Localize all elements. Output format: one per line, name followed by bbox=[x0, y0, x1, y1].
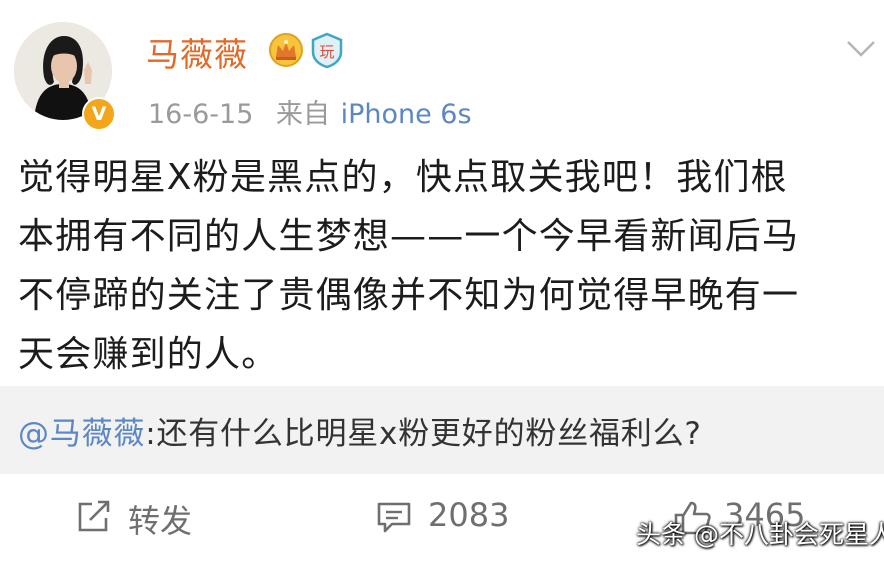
repost-label: 转发 bbox=[128, 502, 193, 540]
post-body-line: 天会赚到的人。 bbox=[18, 334, 279, 375]
post-body-line: 本拥有不同的人生梦想——一个今早看新闻后马 bbox=[18, 216, 800, 257]
post-source-device[interactable]: iPhone 6s bbox=[341, 99, 472, 130]
crown-icon[interactable] bbox=[268, 33, 304, 67]
post-body-line: 不停蹄的关注了贵偶像并不知为何觉得早晚有一 bbox=[18, 275, 800, 316]
watermark: 头条 @不八卦会死星人 bbox=[636, 520, 884, 549]
post-meta: 16-6-15 来自 iPhone 6s bbox=[148, 92, 472, 131]
comment-icon bbox=[377, 502, 411, 533]
rank-icon[interactable]: 玩 bbox=[310, 32, 344, 68]
comment-count: 2083 bbox=[428, 496, 510, 534]
post-body: 觉得明星X粉是黑点的，快点取关我吧！我们根 本拥有不同的人生梦想——一个今早看新… bbox=[18, 148, 868, 384]
quoted-repost[interactable]: @马薇薇:还有什么比明星x粉更好的粉丝福利么? bbox=[0, 386, 884, 474]
quoted-repost-content: :还有什么比明星x粉更好的粉丝福利么? bbox=[145, 416, 702, 452]
mention-link[interactable]: @马薇薇 bbox=[18, 416, 145, 452]
rank-icon-label: 玩 bbox=[319, 43, 334, 61]
username[interactable]: 马薇薇 bbox=[146, 28, 248, 76]
quoted-repost-text: @马薇薇:还有什么比明星x粉更好的粉丝福利么? bbox=[18, 408, 702, 453]
post-source-prefix: 来自 bbox=[275, 99, 330, 130]
post-body-line: 觉得明星X粉是黑点的，快点取关我吧！我们根 bbox=[18, 157, 788, 198]
verified-badge: V bbox=[82, 97, 116, 131]
weibo-post: V 马薇薇 玩 16-6-15 来自 iPhone 6s 觉得明星X粉是黑点的，… bbox=[0, 0, 884, 562]
post-date: 16-6-15 bbox=[148, 99, 254, 130]
chevron-down-icon[interactable] bbox=[845, 38, 877, 60]
repost-icon bbox=[78, 500, 110, 532]
